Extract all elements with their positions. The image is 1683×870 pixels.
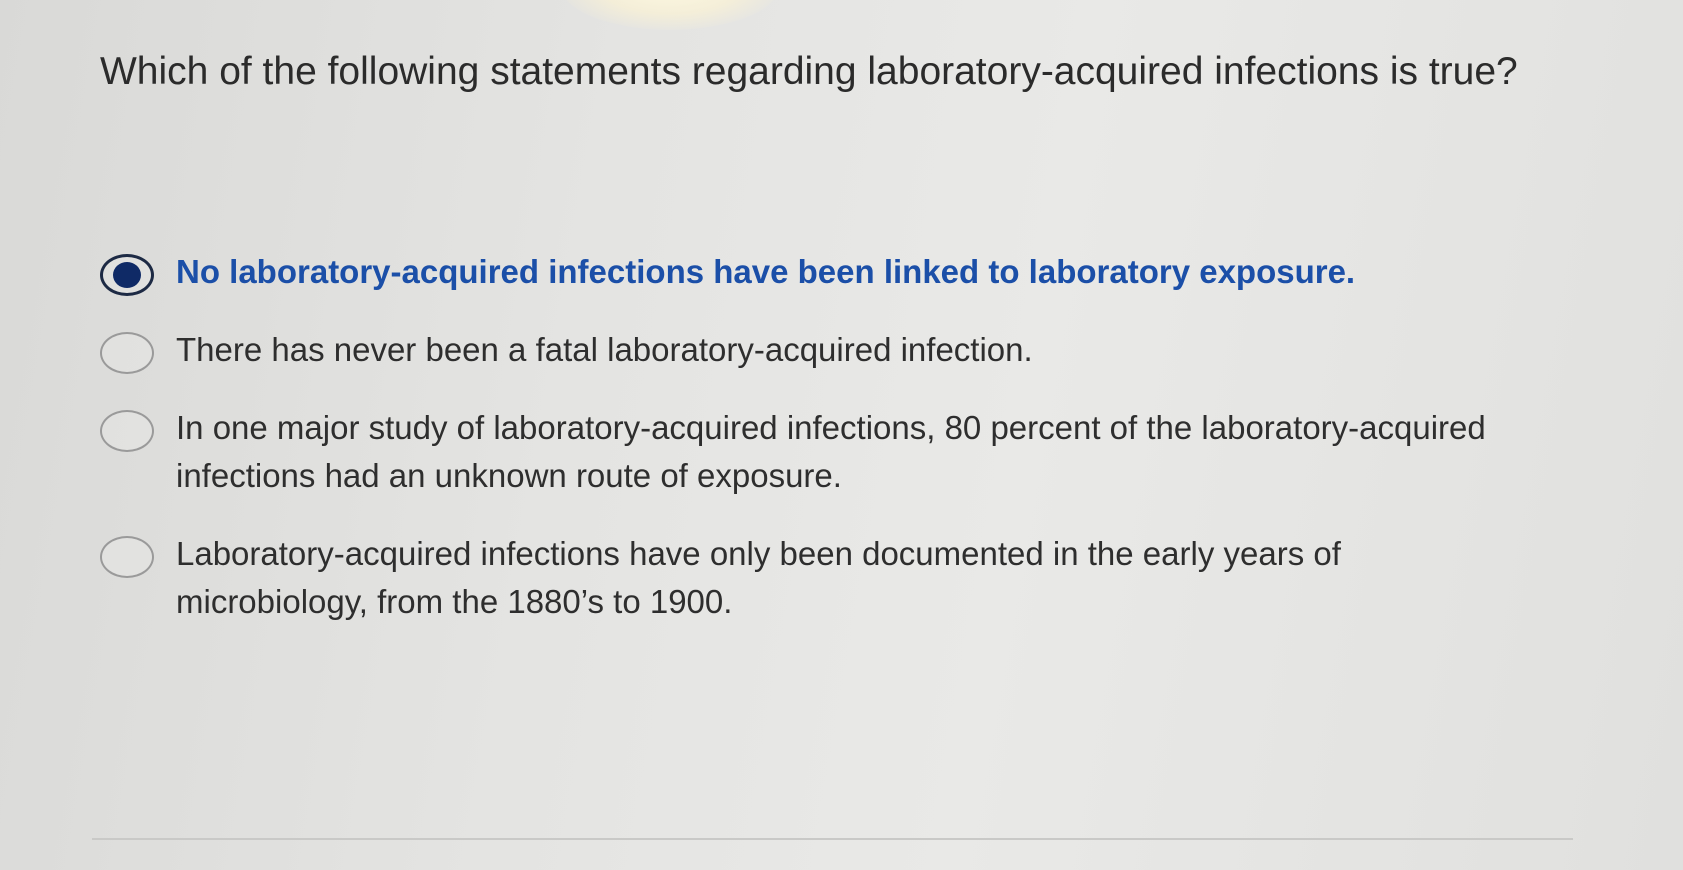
radio-dot-icon bbox=[113, 262, 141, 288]
answer-option-3[interactable]: In one major study of laboratory-acquire… bbox=[100, 404, 1580, 500]
radio-button-selected[interactable] bbox=[100, 254, 154, 296]
answer-option-4[interactable]: Laboratory-acquired infections have only… bbox=[100, 530, 1580, 626]
divider bbox=[92, 838, 1573, 840]
light-glare bbox=[560, 0, 780, 30]
answer-option-1[interactable]: No laboratory-acquired infections have b… bbox=[100, 248, 1580, 296]
radio-button[interactable] bbox=[100, 410, 154, 452]
answer-option-label: In one major study of laboratory-acquire… bbox=[176, 409, 1486, 494]
radio-button[interactable] bbox=[100, 332, 154, 374]
answer-option-label: There has never been a fatal laboratory-… bbox=[176, 331, 1033, 368]
answer-option-2[interactable]: There has never been a fatal laboratory-… bbox=[100, 326, 1580, 374]
radio-button[interactable] bbox=[100, 536, 154, 578]
answer-option-label: Laboratory-acquired infections have only… bbox=[176, 535, 1341, 620]
answer-options: No laboratory-acquired infections have b… bbox=[100, 248, 1580, 626]
question-text: Which of the following statements regard… bbox=[100, 50, 1518, 93]
answer-option-label: No laboratory-acquired infections have b… bbox=[176, 253, 1356, 290]
